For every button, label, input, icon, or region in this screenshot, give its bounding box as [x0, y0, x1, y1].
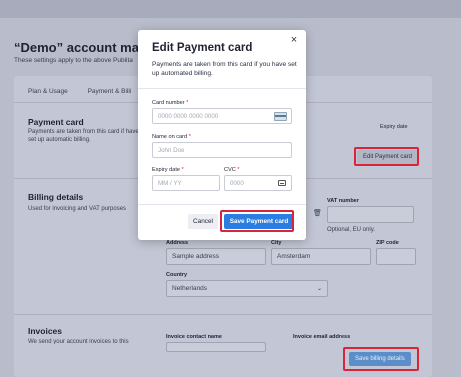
zip-code-label: ZIP code — [376, 240, 399, 246]
card-number-label-text: Card number — [152, 100, 185, 106]
card-number-label: Card number * — [152, 100, 188, 106]
name-on-card-input[interactable]: John Doe — [152, 142, 292, 158]
close-icon[interactable]: × — [288, 34, 300, 46]
top-bar — [0, 0, 461, 18]
name-on-card-label: Name on card * — [152, 134, 191, 140]
address-input[interactable]: Sample address — [166, 248, 266, 265]
expiry-date-label: Expiry date — [380, 124, 408, 130]
vat-number-label: VAT number — [327, 198, 359, 204]
highlight-edit-payment-card — [354, 147, 419, 166]
modal-description: Payments are taken from this card if you… — [152, 61, 297, 77]
invoices-desc: We send your account invoices to this — [28, 339, 129, 344]
name-on-card-label-text: Name on card — [152, 134, 188, 140]
page-subtitle: These settings apply to the above Publit… — [14, 57, 133, 64]
card-number-placeholder: 0000 0000 0000 0000 — [158, 113, 219, 120]
highlight-save-payment-card — [220, 210, 294, 232]
payment-card-heading: Payment card — [28, 117, 84, 127]
trash-icon[interactable]: 🗑 — [313, 210, 322, 218]
tab-payment-billing[interactable]: Payment & Billi — [88, 88, 132, 95]
required-mark: * — [188, 134, 191, 140]
expiry-date-label: Expiry date * — [152, 167, 184, 173]
invoices-heading: Invoices — [28, 326, 63, 336]
page-title: “Demo” account mana — [14, 40, 155, 55]
cancel-button[interactable]: Cancel — [188, 214, 218, 229]
tab-plan-usage[interactable]: Plan & Usage — [28, 88, 68, 95]
invoice-contact-name-label: Invoice contact name — [166, 334, 222, 340]
edit-payment-card-modal: × Edit Payment card Payments are taken f… — [138, 30, 306, 240]
expiry-date-label-text: Expiry date — [152, 167, 180, 173]
expiry-date-placeholder: MM / YY — [158, 180, 182, 187]
city-input[interactable]: Amsterdam — [271, 248, 371, 265]
required-mark: * — [186, 100, 189, 106]
billing-details-heading: Billing details — [28, 192, 84, 202]
vat-number-input[interactable] — [327, 206, 414, 223]
cvc-label-text: CVC — [224, 167, 236, 173]
country-label: Country — [166, 272, 188, 278]
country-select[interactable]: Netherlands ⌄ — [166, 280, 328, 297]
required-mark: * — [181, 167, 184, 173]
cvc-input[interactable]: 0000 — [224, 175, 292, 191]
card-number-input[interactable]: 0000 0000 0000 0000 — [152, 108, 292, 124]
highlight-save-billing-details — [343, 347, 419, 371]
address-label: Address — [166, 240, 189, 246]
city-label: City — [271, 240, 282, 246]
invoice-email-label: Invoice email address — [293, 334, 351, 340]
payment-card-desc: Payments are taken from this card if hav… — [28, 129, 139, 143]
country-value: Netherlands — [172, 285, 208, 292]
name-on-card-placeholder: John Doe — [158, 147, 185, 154]
modal-title: Edit Payment card — [152, 42, 253, 54]
modal-divider — [138, 88, 306, 89]
settings-tabs: Plan & Usage Payment & Billi — [28, 88, 149, 95]
required-mark: * — [237, 167, 240, 173]
chevron-down-icon: ⌄ — [316, 286, 322, 292]
zip-code-input[interactable] — [376, 248, 416, 265]
invoice-contact-name-input[interactable] — [166, 342, 266, 352]
cvc-placeholder: 0000 — [230, 180, 244, 187]
cvc-label: CVC * — [224, 167, 240, 173]
cvc-card-icon — [278, 180, 286, 186]
credit-card-icon — [274, 112, 287, 121]
modal-divider — [138, 204, 306, 205]
expiry-date-input[interactable]: MM / YY — [152, 175, 220, 191]
divider — [14, 314, 432, 315]
vat-hint: Optional, EU only. — [327, 227, 375, 233]
billing-details-desc: Used for invoicing and VAT purposes — [28, 206, 127, 212]
